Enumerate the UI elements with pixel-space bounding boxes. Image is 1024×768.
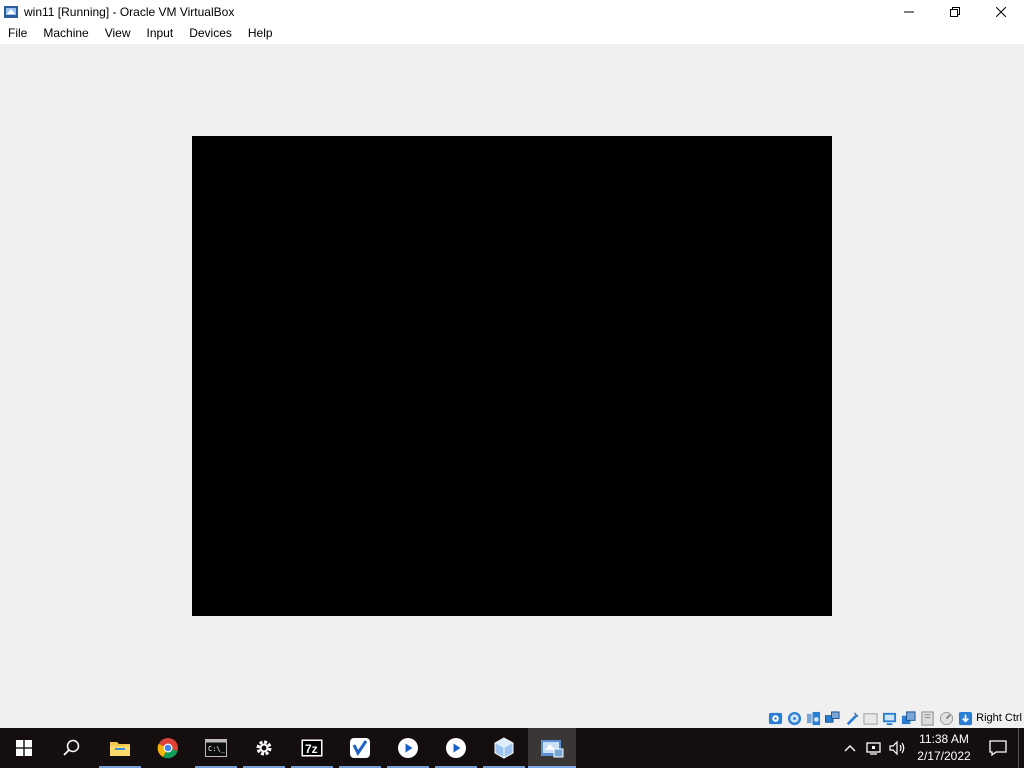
volume-icon: [889, 740, 905, 756]
menu-bar: File Machine View Input Devices Help: [0, 23, 1024, 44]
tray-overflow-button[interactable]: [838, 728, 862, 768]
close-button[interactable]: [978, 0, 1024, 23]
chevron-up-icon: [844, 745, 856, 752]
vm-screen[interactable]: [192, 136, 832, 616]
svg-text:C:\_: C:\_: [208, 745, 226, 753]
vm-status-bar: Right Ctrl: [0, 708, 1024, 728]
virtualbox-vm-icon: [541, 740, 564, 758]
virtualbox-icon: [494, 737, 514, 759]
video-capture-icon[interactable]: [900, 710, 916, 726]
taskbar-settings[interactable]: [240, 728, 288, 768]
minimize-button[interactable]: [886, 0, 932, 23]
clock-time: 11:38 AM: [919, 732, 969, 746]
display-icon[interactable]: [881, 710, 897, 726]
vm-display-area: [0, 44, 1024, 708]
start-icon: [16, 740, 32, 756]
menu-help[interactable]: Help: [240, 23, 281, 44]
hard-disk-icon[interactable]: [767, 710, 783, 726]
window-title: win11 [Running] - Oracle VM VirtualBox: [24, 4, 235, 19]
settings-icon: [256, 740, 272, 756]
show-desktop-button[interactable]: [1018, 728, 1024, 768]
volume-tray-button[interactable]: [886, 728, 910, 768]
restore-button[interactable]: [932, 0, 978, 23]
taskbar-clock[interactable]: 11:38 AM 2/17/2022: [910, 731, 978, 765]
search-icon: [63, 739, 80, 756]
optical-drive-icon[interactable]: [786, 710, 802, 726]
menu-machine[interactable]: Machine: [35, 23, 96, 44]
taskbar-blue-app[interactable]: [336, 728, 384, 768]
action-center-button[interactable]: [978, 728, 1018, 768]
system-tray: 11:38 AM 2/17/2022: [838, 728, 1024, 768]
host-key-label: Right Ctrl: [976, 712, 1022, 724]
chrome-icon: [157, 738, 178, 759]
7zip-icon: 7z: [301, 739, 323, 757]
taskbar: C:\_ 7z 11:38 AM 2/17/2022: [0, 728, 1024, 768]
search-button[interactable]: [48, 728, 96, 768]
taskbar-virtualbox[interactable]: [480, 728, 528, 768]
start-button[interactable]: [0, 728, 48, 768]
menu-file[interactable]: File: [0, 23, 35, 44]
keyboard-icon[interactable]: [957, 710, 973, 726]
cpu-icon[interactable]: [938, 710, 954, 726]
network-tray-icon: [866, 742, 881, 755]
taskbar-virtualbox-vm[interactable]: [528, 728, 576, 768]
taskbar-7zip[interactable]: 7z: [288, 728, 336, 768]
shared-folders-icon[interactable]: [862, 710, 878, 726]
taskbar-media-player-2[interactable]: [432, 728, 480, 768]
media-player-icon: [398, 738, 418, 758]
network-tray-button[interactable]: [862, 728, 886, 768]
menu-view[interactable]: View: [97, 23, 139, 44]
audio-icon[interactable]: [805, 710, 821, 726]
file-explorer-icon: [110, 742, 130, 756]
network-icon[interactable]: [824, 710, 840, 726]
svg-text:7z: 7z: [305, 742, 318, 756]
app-blue-icon: [350, 738, 370, 758]
title-bar: win11 [Running] - Oracle VM VirtualBox: [0, 0, 1024, 23]
taskbar-file-explorer[interactable]: [96, 728, 144, 768]
notification-icon: [989, 740, 1007, 757]
taskbar-chrome[interactable]: [144, 728, 192, 768]
vm-state-icon[interactable]: [919, 710, 935, 726]
terminal-icon: C:\_: [205, 739, 227, 757]
clock-date: 2/17/2022: [917, 749, 971, 763]
taskbar-media-player[interactable]: [384, 728, 432, 768]
virtualbox-app-icon: [3, 4, 19, 20]
menu-devices[interactable]: Devices: [181, 23, 240, 44]
menu-input[interactable]: Input: [139, 23, 182, 44]
usb-icon[interactable]: [843, 710, 859, 726]
taskbar-terminal[interactable]: C:\_: [192, 728, 240, 768]
media-player-2-icon: [446, 738, 466, 758]
